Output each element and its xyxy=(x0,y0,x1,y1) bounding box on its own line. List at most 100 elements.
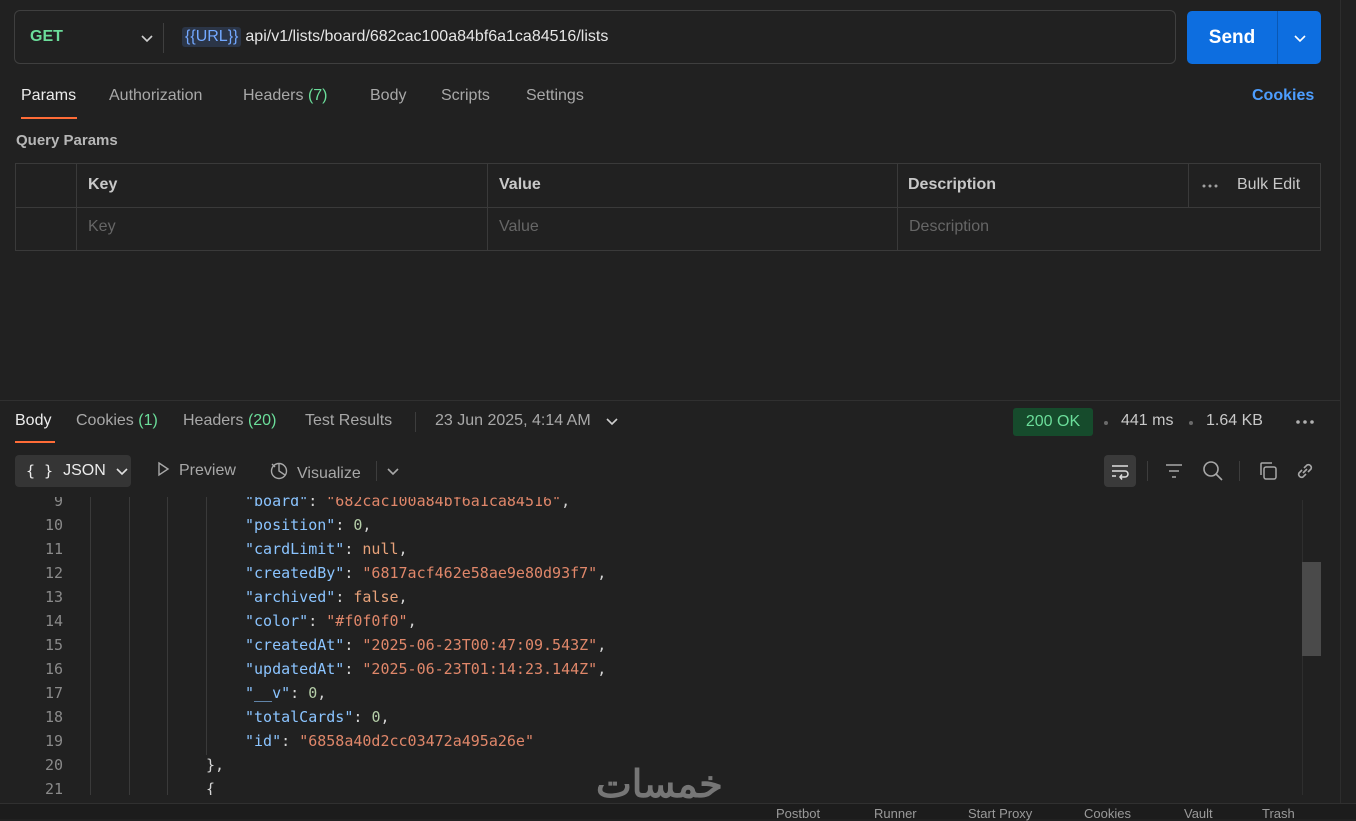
code-line: 16 "updatedAt": "2025-06-23T01:14:23.144Z… xyxy=(0,657,1300,681)
toolbar-divider xyxy=(1239,461,1240,481)
line-number: 20 xyxy=(44,756,63,774)
more-options-icon[interactable] xyxy=(1295,419,1315,425)
json-colon: : xyxy=(344,564,363,582)
url-input[interactable]: {{URL}} api/v1/lists/board/682cac100a84b… xyxy=(182,11,608,63)
response-tab-cookies[interactable]: Cookies (1) xyxy=(76,412,158,430)
preview-button[interactable]: Preview xyxy=(155,461,236,480)
tab-count: (20) xyxy=(247,412,277,429)
json-value: "6817acf462e58ae9e80d93f7" xyxy=(362,564,598,582)
tab-label: Cookies xyxy=(76,412,134,429)
braces-icon: { } xyxy=(26,462,54,480)
play-icon xyxy=(158,461,170,477)
toolbar-divider xyxy=(415,412,416,432)
column-header-key: Key xyxy=(88,176,118,193)
line-number: 10 xyxy=(44,516,63,534)
response-history-dropdown[interactable]: 23 Jun 2025, 4:14 AM xyxy=(435,412,619,430)
json-colon: : xyxy=(308,612,327,630)
search-icon[interactable] xyxy=(1202,460,1224,482)
cookies-link[interactable]: Cookies xyxy=(1252,87,1314,105)
code-text: "color": "#f0f0f0", xyxy=(245,609,417,633)
wrap-icon xyxy=(1112,465,1129,480)
tab-label: Headers xyxy=(183,412,244,429)
send-options-button[interactable] xyxy=(1278,11,1321,64)
footer-runner[interactable]: Runner xyxy=(874,806,917,821)
tab-authorization[interactable]: Authorization xyxy=(109,87,202,111)
code-text: "cardLimit": null, xyxy=(245,537,408,561)
tab-scripts[interactable]: Scripts xyxy=(441,87,490,111)
tab-label: Headers xyxy=(243,87,304,104)
response-tab-body[interactable]: Body xyxy=(15,412,51,430)
footer-trash[interactable]: Trash xyxy=(1262,806,1295,821)
chevron-down-icon xyxy=(141,35,153,43)
response-tab-test-results[interactable]: Test Results xyxy=(305,412,392,430)
code-line: 13 "archived": false, xyxy=(0,585,1300,609)
json-value: "2025-06-23T00:47:09.543Z" xyxy=(362,636,598,654)
code-text: "createdBy": "6817acf462e58ae9e80d93f7", xyxy=(245,561,606,585)
code-text: { xyxy=(206,777,215,795)
tab-headers[interactable]: Headers (7) xyxy=(243,87,328,111)
send-button-group: Send xyxy=(1187,11,1321,64)
preview-label: Preview xyxy=(179,462,236,479)
json-colon: : xyxy=(308,497,327,510)
code-text: "archived": false, xyxy=(245,585,408,609)
footer-vault[interactable]: Vault xyxy=(1184,806,1213,821)
json-colon: : xyxy=(344,660,363,678)
code-scrollbar-thumb[interactable] xyxy=(1302,562,1321,656)
value-input[interactable]: Value xyxy=(499,218,539,236)
visualize-button[interactable]: Visualize xyxy=(269,461,361,483)
response-timestamp: 23 Jun 2025, 4:14 AM xyxy=(435,412,591,429)
json-key: "totalCards" xyxy=(245,708,354,726)
copy-icon[interactable] xyxy=(1257,460,1279,482)
send-button[interactable]: Send xyxy=(1187,11,1277,64)
response-size[interactable]: 1.64 KB xyxy=(1206,412,1263,430)
separator-dot xyxy=(1189,421,1193,425)
chevron-down-icon[interactable] xyxy=(386,464,400,478)
table-divider xyxy=(487,164,488,250)
json-key: "board" xyxy=(245,497,309,510)
tab-count: (1) xyxy=(138,412,158,429)
query-params-title: Query Params xyxy=(16,132,118,149)
method-select[interactable]: GET xyxy=(30,11,164,63)
footer-start-proxy[interactable]: Start Proxy xyxy=(968,806,1032,821)
tab-settings[interactable]: Settings xyxy=(526,87,584,111)
bulk-edit-button[interactable]: Bulk Edit xyxy=(1237,176,1300,194)
description-input[interactable]: Description xyxy=(909,218,989,236)
format-label: JSON xyxy=(63,462,106,479)
json-comma: , xyxy=(362,516,372,534)
wrap-lines-button[interactable] xyxy=(1104,455,1136,487)
json-comma: , xyxy=(398,540,408,558)
separator-dot xyxy=(1104,421,1108,425)
tab-label: Body xyxy=(15,412,52,429)
format-select[interactable]: { } JSON xyxy=(15,455,131,487)
json-colon: : xyxy=(344,540,363,558)
filter-icon[interactable] xyxy=(1164,461,1184,481)
footer-cookies[interactable]: Cookies xyxy=(1084,806,1131,821)
response-tab-headers[interactable]: Headers (20) xyxy=(183,412,276,430)
key-input[interactable]: Key xyxy=(88,218,116,236)
more-options-icon[interactable] xyxy=(1202,183,1218,189)
json-comma: , xyxy=(380,708,390,726)
tab-label: Authorization xyxy=(109,87,203,104)
tab-count: (7) xyxy=(307,87,328,104)
json-comma: , xyxy=(597,564,607,582)
active-tab-indicator xyxy=(15,441,55,443)
json-comma: , xyxy=(561,497,571,510)
pane-divider[interactable] xyxy=(0,400,1340,401)
right-panel-border xyxy=(1340,0,1341,818)
status-badge[interactable]: 200 OK xyxy=(1013,408,1093,436)
response-body-viewer[interactable]: 9 "board": "682cac100a84bf6a1ca84516", 10 "… xyxy=(0,497,1300,795)
status-bar xyxy=(0,803,1356,819)
column-header-description: Description xyxy=(908,176,997,193)
tab-params[interactable]: Params xyxy=(21,87,76,111)
link-icon[interactable] xyxy=(1294,460,1316,482)
json-key: "cardLimit" xyxy=(245,540,345,558)
tab-label: Test Results xyxy=(305,412,393,429)
response-time[interactable]: 441 ms xyxy=(1121,412,1173,430)
line-number: 17 xyxy=(44,684,63,702)
tab-body[interactable]: Body xyxy=(370,87,406,111)
footer-postbot[interactable]: Postbot xyxy=(776,806,820,821)
watermark-logo: خمسات xyxy=(596,764,723,806)
code-line: 9 "board": "682cac100a84bf6a1ca84516", xyxy=(0,497,1300,513)
chevron-down-icon xyxy=(116,468,128,476)
json-comma: , xyxy=(317,684,327,702)
